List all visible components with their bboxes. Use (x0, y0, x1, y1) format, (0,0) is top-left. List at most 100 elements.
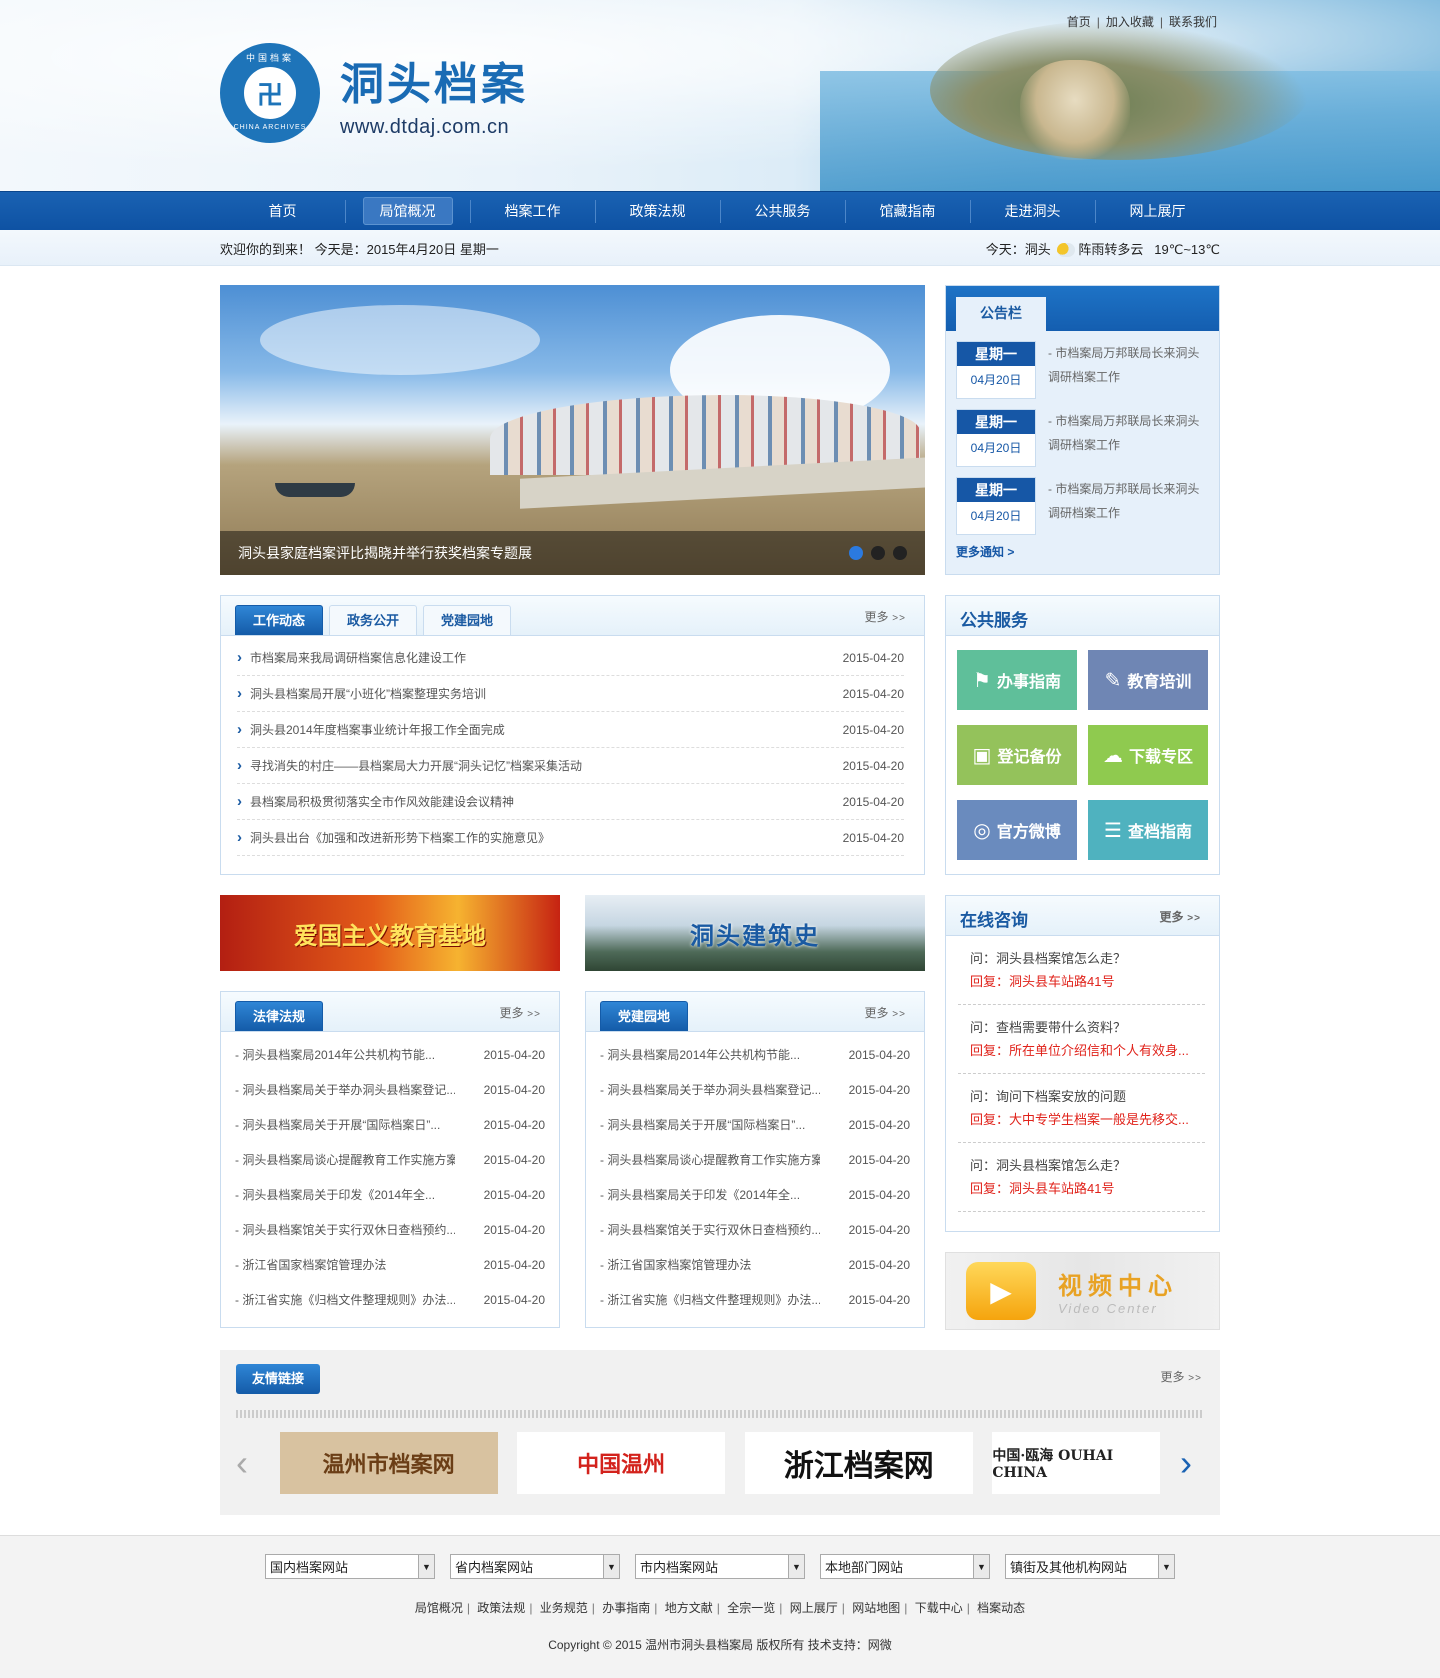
qa-question[interactable]: 问：洞头县档案馆怎么走？ (970, 1155, 1193, 1177)
nav-item-collection-guide[interactable]: 馆藏指南 (845, 192, 970, 231)
law-more-link[interactable]: 更多 (500, 1004, 541, 1021)
video-center-banner[interactable]: ▶ 视频中心 Video Center (945, 1252, 1220, 1330)
qa-question[interactable]: 问：洞头县档案馆怎么走？ (970, 948, 1193, 970)
service-training-button[interactable]: ✎ 教育培训 (1088, 650, 1208, 710)
rock-image (1020, 60, 1130, 160)
select-town-institutions[interactable]: 镇街及其他机构网站 ▼ (1005, 1554, 1175, 1579)
top-link-favorite[interactable]: 加入收藏 (1106, 15, 1154, 29)
party-title[interactable]: 洞头县档案局关于举办洞头县档案登记... (600, 1081, 820, 1098)
nav-item-overview[interactable]: 局馆概况 (345, 192, 470, 231)
slideshow[interactable]: 洞头县家庭档案评比揭晓并举行获奖档案专题展 (220, 285, 925, 575)
site-logo[interactable]: 中国档案 卍 CHINA ARCHIVES 洞头档案 www.dtdaj.com… (220, 43, 528, 143)
qa-question[interactable]: 问：查档需要带什么资料？ (970, 1017, 1193, 1039)
party-title[interactable]: 洞头县档案局关于开展“国际档案日”... (600, 1116, 820, 1133)
link-wenzhou-archives[interactable]: 温州市档案网 (279, 1432, 498, 1494)
service-lookup-button[interactable]: ☰ 查档指南 (1088, 800, 1208, 860)
notice-text[interactable]: - 市档案局万邦联局长来洞头调研档案工作 (1048, 409, 1208, 467)
more-notices-link[interactable]: 更多通知 > (946, 535, 1219, 568)
party-more-link[interactable]: 更多 (865, 1004, 906, 1021)
footer-link[interactable]: 网上展厅 (790, 1601, 838, 1615)
banner-row: 爱国主义教育基地 洞头建筑史 (220, 895, 925, 971)
tab-work-news[interactable]: 工作动态 (235, 605, 324, 635)
footer-link[interactable]: 业务规范 (540, 1601, 588, 1615)
notice-item[interactable]: 星期一 04月20日 - 市档案局万邦联局长来洞头调研档案工作 (946, 399, 1219, 467)
select-local-departments[interactable]: 本地部门网站 ▼ (820, 1554, 990, 1579)
select-provincial-archives[interactable]: 省内档案网站 ▼ (450, 1554, 620, 1579)
news-title[interactable]: 洞头县档案局开展“小班化”档案整理实务培训 (237, 685, 486, 702)
qa-item[interactable]: 问：查档需要带什么资料？ 回复：所在单位介绍信和个人有效身... (958, 1005, 1205, 1074)
notice-text[interactable]: - 市档案局万邦联局长来洞头调研档案工作 (1048, 341, 1208, 399)
footer-link[interactable]: 政策法规 (477, 1601, 525, 1615)
law-title[interactable]: 浙江省实施《归档文件整理规则》办法... (235, 1291, 455, 1308)
slide-dot-3[interactable] (893, 546, 907, 560)
party-title[interactable]: 浙江省国家档案馆管理办法 (600, 1256, 820, 1273)
service-guide-button[interactable]: ⚑ 办事指南 (957, 650, 1077, 710)
notice-text[interactable]: - 市档案局万邦联局长来洞头调研档案工作 (1048, 477, 1208, 535)
slide-caption[interactable]: 洞头县家庭档案评比揭晓并举行获奖档案专题展 (238, 543, 532, 563)
nav-item-public-service[interactable]: 公共服务 (720, 192, 845, 231)
party-title[interactable]: 浙江省实施《归档文件整理规则》办法... (600, 1291, 820, 1308)
nav-item-archive-work[interactable]: 档案工作 (470, 192, 595, 231)
footer-link[interactable]: 办事指南 (602, 1601, 650, 1615)
notice-item[interactable]: 星期一 04月20日 - 市档案局万邦联局长来洞头调研档案工作 (946, 331, 1219, 399)
consult-more-link[interactable]: 更多 (1160, 908, 1201, 925)
service-backup-button[interactable]: ▣ 登记备份 (957, 725, 1077, 785)
friend-links-more[interactable]: 更多 (1161, 1368, 1202, 1385)
top-link-contact[interactable]: 联系我们 (1169, 15, 1217, 29)
slide-dot-1[interactable] (849, 546, 863, 560)
party-title[interactable]: 洞头县档案局谈心提醒教育工作实施方案 (600, 1151, 820, 1168)
qa-item[interactable]: 问：洞头县档案馆怎么走？ 回复：洞头县车站路41号 (958, 1143, 1205, 1212)
qa-item[interactable]: 问：询问下档案安放的问题 回复：大中专学生档案一般是先移交... (958, 1074, 1205, 1143)
chevron-right-icon[interactable]: › (1180, 1442, 1204, 1484)
main-container: 洞头县家庭档案评比揭晓并举行获奖档案专题展 公告栏 星期一 04月20日 - 市… (220, 266, 1220, 1515)
architecture-history-banner[interactable]: 洞头建筑史 (585, 895, 925, 971)
law-title[interactable]: 洞头县档案局谈心提醒教育工作实施方案 (235, 1151, 455, 1168)
news-title[interactable]: 县档案局积极贯彻落实全市作风效能建设会议精神 (237, 793, 514, 810)
slide-dot-2[interactable] (871, 546, 885, 560)
tab-law[interactable]: 法律法规 (235, 1001, 324, 1031)
news-more-link[interactable]: 更多 (865, 608, 906, 625)
party-title[interactable]: 洞头县档案局2014年公共机构节能... (600, 1046, 820, 1063)
link-china-wenzhou[interactable]: 中国温州 (517, 1432, 726, 1494)
news-title[interactable]: 洞头县出台《加强和改进新形势下档案工作的实施意见》 (237, 829, 550, 846)
qa-answer: 回复：洞头县车站路41号 (970, 974, 1115, 989)
tab-gov-affairs[interactable]: 政务公开 (329, 605, 418, 635)
footer-link[interactable]: 下载中心 (915, 1601, 963, 1615)
law-title[interactable]: 洞头县档案局关于开展“国际档案日”... (235, 1116, 455, 1133)
link-zhejiang-archives[interactable]: 浙江档案网 (744, 1432, 973, 1494)
select-city-archives[interactable]: 市内档案网站 ▼ (635, 1554, 805, 1579)
footer-link[interactable]: 局馆概况 (415, 1601, 463, 1615)
footer-link[interactable]: 地方文献 (665, 1601, 713, 1615)
nav-item-policy[interactable]: 政策法规 (595, 192, 720, 231)
footer-link[interactable]: 网站地图 (852, 1601, 900, 1615)
law-title[interactable]: 洞头县档案局关于举办洞头县档案登记... (235, 1081, 455, 1098)
party-title[interactable]: 洞头县档案局关于印发《2014年全... (600, 1186, 820, 1203)
tab-party[interactable]: 党建园地 (600, 1001, 689, 1031)
law-title[interactable]: 浙江省国家档案馆管理办法 (235, 1256, 455, 1273)
service-label: 官方微博 (996, 824, 1061, 841)
list-item: 洞头县档案局开展“小班化”档案整理实务培训 2015-04-20 (237, 676, 904, 712)
news-title[interactable]: 洞头县2014年度档案事业统计年报工作全面完成 (237, 721, 505, 738)
nav-item-home[interactable]: 首页 (220, 192, 345, 231)
service-weibo-button[interactable]: ◎ 官方微博 (957, 800, 1077, 860)
qa-question[interactable]: 问：询问下档案安放的问题 (970, 1086, 1193, 1108)
news-title[interactable]: 寻找消失的村庄——县档案局大力开展“洞头记忆”档案采集活动 (237, 757, 582, 774)
news-title[interactable]: 市档案局来我局调研档案信息化建设工作 (237, 649, 466, 666)
nav-item-dongtou[interactable]: 走进洞头 (970, 192, 1095, 231)
nav-item-online-exhibition[interactable]: 网上展厅 (1095, 192, 1220, 231)
law-title[interactable]: 洞头县档案局2014年公共机构节能... (235, 1046, 455, 1063)
party-title[interactable]: 洞头县档案馆关于实行双休日查档预约... (600, 1221, 820, 1238)
footer-link[interactable]: 全宗一览 (727, 1601, 775, 1615)
select-domestic-archives[interactable]: 国内档案网站 ▼ (265, 1554, 435, 1579)
notice-item[interactable]: 星期一 04月20日 - 市档案局万邦联局长来洞头调研档案工作 (946, 467, 1219, 535)
service-download-button[interactable]: ☁ 下载专区 (1088, 725, 1208, 785)
chevron-left-icon[interactable]: ‹ (236, 1442, 260, 1484)
link-ouhai-china[interactable]: 中国·瓯海 OUHAI CHINA (992, 1432, 1161, 1494)
law-title[interactable]: 洞头县档案局关于印发《2014年全... (235, 1186, 455, 1203)
qa-item[interactable]: 问：洞头县档案馆怎么走？ 回复：洞头县车站路41号 (958, 936, 1205, 1005)
top-link-home[interactable]: 首页 (1067, 15, 1091, 29)
patriotic-education-banner[interactable]: 爱国主义教育基地 (220, 895, 560, 971)
footer-link[interactable]: 档案动态 (977, 1601, 1025, 1615)
tab-party-building[interactable]: 党建园地 (423, 605, 512, 635)
law-title[interactable]: 洞头县档案馆关于实行双休日查档预约... (235, 1221, 455, 1238)
